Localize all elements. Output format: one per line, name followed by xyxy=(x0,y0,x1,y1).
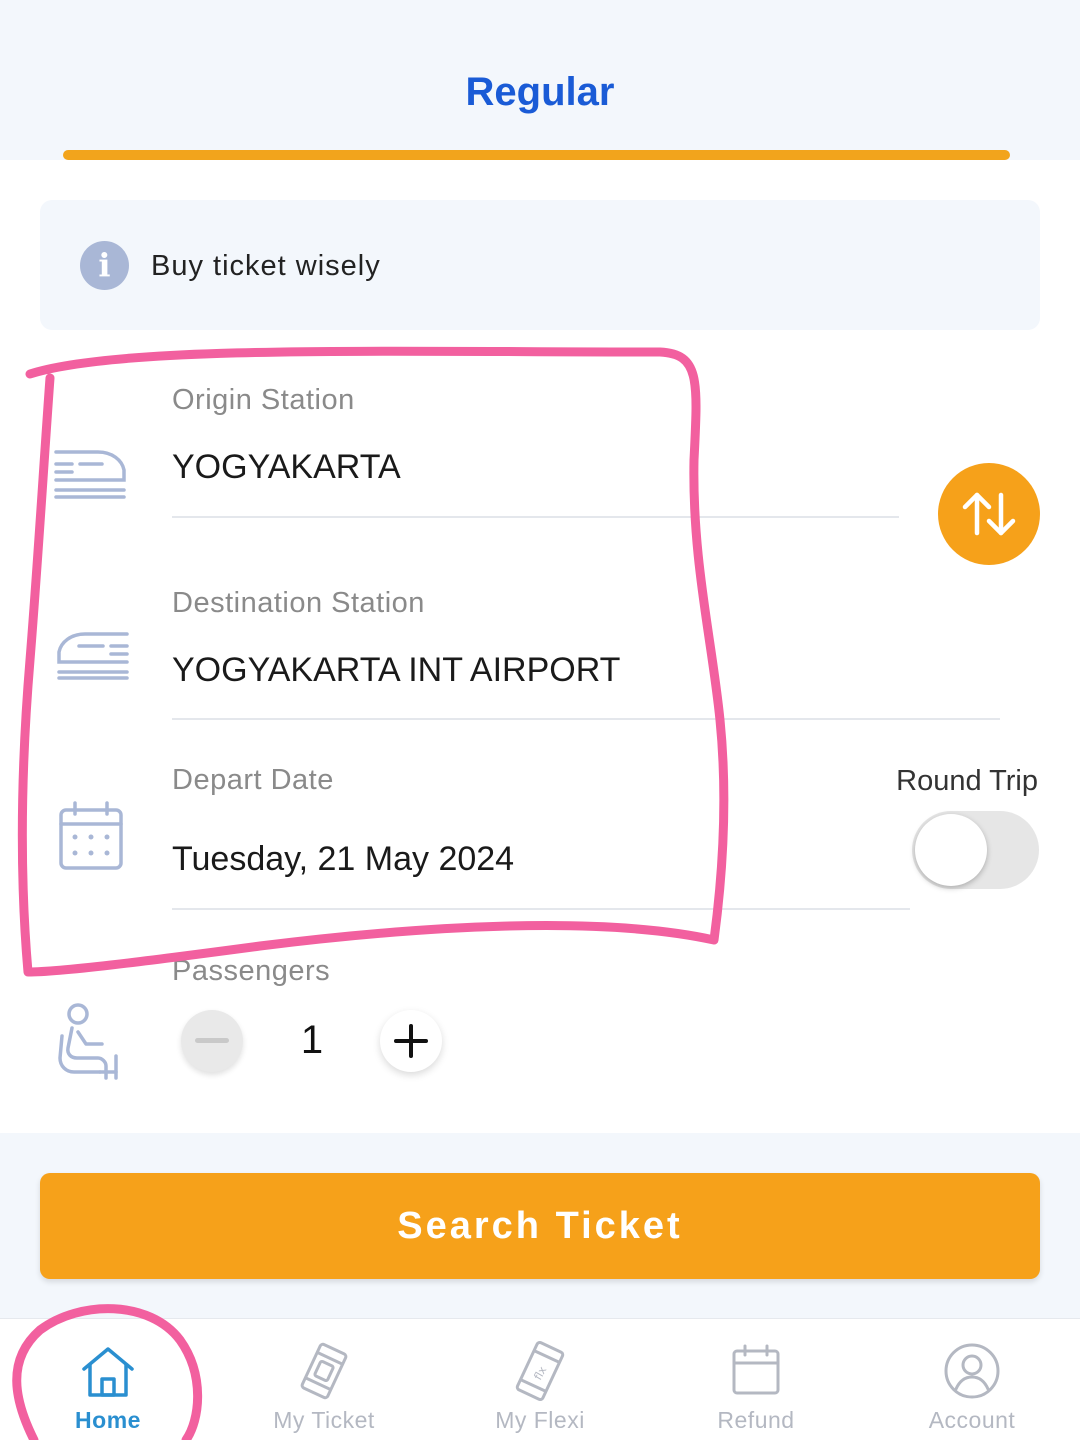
search-ticket-button[interactable]: Search Ticket xyxy=(40,1173,1040,1279)
calendar-icon xyxy=(59,801,123,870)
nav-item-my-flexi[interactable]: flx My Flexi xyxy=(432,1319,648,1440)
origin-label: Origin Station xyxy=(172,384,355,416)
search-area: Search Ticket xyxy=(0,1133,1080,1318)
minus-icon xyxy=(195,1038,229,1043)
info-icon: i xyxy=(80,241,129,290)
origin-station-field[interactable]: YOGYAKARTA xyxy=(172,448,401,487)
nav-label-home: Home xyxy=(75,1407,141,1433)
bottom-navigation: Home My Ticket flx My Flexi Refund Accou… xyxy=(0,1318,1080,1440)
toggle-knob xyxy=(915,814,987,886)
info-text: Buy ticket wisely xyxy=(151,250,381,282)
swap-stations-button[interactable] xyxy=(938,463,1040,565)
nav-label-my-ticket: My Ticket xyxy=(273,1407,375,1433)
passenger-seat-icon xyxy=(58,1003,118,1080)
increase-passengers-button[interactable] xyxy=(380,1010,442,1072)
svg-text:flx: flx xyxy=(531,1364,549,1383)
passengers-label: Passengers xyxy=(172,955,331,987)
train-destination-icon xyxy=(57,632,129,680)
tab-regular[interactable]: Regular xyxy=(0,70,1080,115)
depart-date-label: Depart Date xyxy=(172,764,334,796)
calendar-icon xyxy=(732,1344,780,1395)
tab-active-indicator xyxy=(63,150,1010,160)
nav-label-account: Account xyxy=(928,1407,1016,1433)
home-icon xyxy=(82,1347,134,1397)
destination-label: Destination Station xyxy=(172,587,425,619)
nav-item-my-ticket[interactable]: My Ticket xyxy=(216,1319,432,1440)
depart-date-divider xyxy=(172,908,910,910)
origin-divider xyxy=(172,516,899,518)
flexi-icon: flx xyxy=(515,1341,565,1401)
round-trip-label: Round Trip xyxy=(896,765,1038,797)
nav-label-my-flexi: My Flexi xyxy=(495,1407,585,1433)
destination-divider xyxy=(172,718,1000,720)
account-icon xyxy=(944,1343,1000,1399)
destination-station-field[interactable]: YOGYAKARTA INT AIRPORT xyxy=(172,651,620,690)
nav-item-refund[interactable]: Refund xyxy=(648,1319,864,1440)
app-screen: Regular i Buy ticket wisely Origin Stati… xyxy=(0,0,1080,1440)
swap-arrows-icon xyxy=(962,492,1016,536)
ticket-icon xyxy=(300,1342,348,1400)
decrease-passengers-button[interactable] xyxy=(181,1010,243,1072)
passengers-count: 1 xyxy=(300,1018,324,1062)
info-banner: i Buy ticket wisely xyxy=(40,200,1040,330)
header: Regular xyxy=(0,0,1080,160)
nav-item-home[interactable]: Home xyxy=(0,1319,216,1440)
train-origin-icon xyxy=(54,450,126,499)
nav-label-refund: Refund xyxy=(717,1407,795,1433)
plus-icon xyxy=(394,1024,428,1058)
depart-date-field[interactable]: Tuesday, 21 May 2024 xyxy=(172,840,514,879)
nav-item-account[interactable]: Account xyxy=(864,1319,1080,1440)
round-trip-toggle[interactable] xyxy=(912,811,1039,889)
